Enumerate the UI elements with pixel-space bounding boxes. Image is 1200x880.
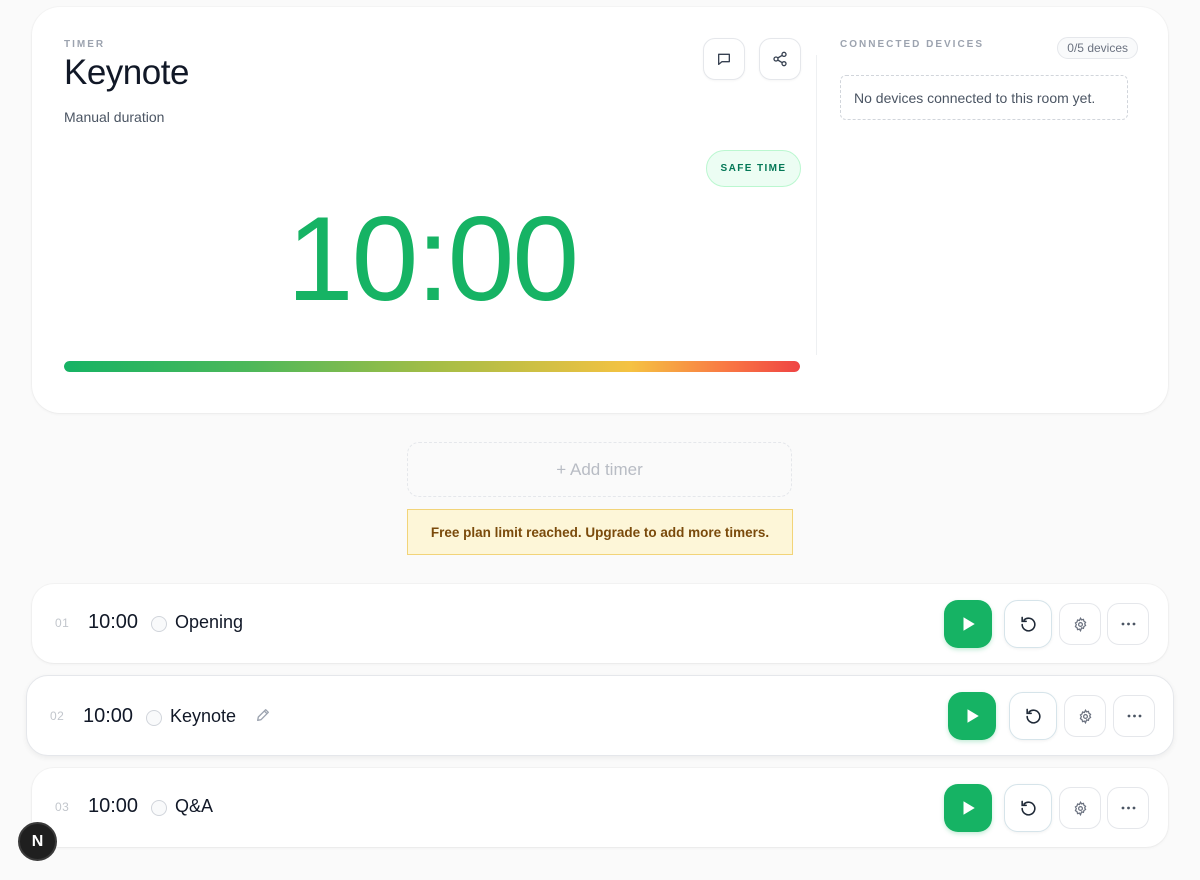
play-icon (963, 617, 975, 631)
timer-row[interactable]: 01 10:00 Opening (32, 584, 1168, 663)
play-icon (967, 709, 979, 723)
reset-icon (1020, 800, 1036, 816)
devices-empty-state: No devices connected to this room yet. (840, 75, 1128, 120)
reset-icon (1020, 616, 1036, 632)
timer-row-name: Q&A (175, 796, 214, 816)
countdown-display: 10:00 (286, 192, 579, 326)
reset-button[interactable] (1004, 784, 1052, 832)
message-button[interactable] (703, 38, 745, 80)
ellipsis-icon (1121, 622, 1135, 626)
gear-icon (1074, 616, 1086, 632)
more-options-button[interactable] (1113, 695, 1155, 737)
status-badge: SAFE TIME (706, 150, 801, 187)
settings-button[interactable] (1064, 695, 1106, 737)
timer-row-time: 10:00 (88, 611, 139, 633)
ellipsis-icon (1127, 714, 1141, 718)
progress-fill (64, 361, 800, 372)
reset-icon (1025, 708, 1041, 724)
gear-icon (1079, 708, 1091, 724)
settings-button[interactable] (1059, 787, 1101, 829)
play-icon (963, 801, 975, 815)
play-button[interactable] (948, 692, 996, 740)
timer-row-name: Keynote (170, 706, 237, 726)
chat-bubble-icon (718, 53, 730, 65)
reset-button[interactable] (1004, 600, 1052, 648)
timer-row-time: 10:00 (88, 795, 139, 817)
timer-eyebrow: TIMER (64, 39, 106, 50)
share-button[interactable] (759, 38, 801, 80)
status-dot-icon (151, 800, 167, 816)
timer-panel: TIMER Keynote Manual duration SAFE TIME … (64, 38, 801, 379)
plan-limit-notice: Free plan limit reached. Upgrade to add … (407, 509, 793, 555)
pencil-icon[interactable] (255, 707, 273, 725)
timer-row-time: 10:00 (83, 705, 134, 727)
timer-subtitle: Manual duration (64, 109, 165, 125)
framework-badge[interactable]: N (18, 822, 57, 861)
progress-bar (64, 361, 800, 372)
status-dot-icon (146, 710, 162, 726)
reset-button[interactable] (1009, 692, 1057, 740)
devices-eyebrow: CONNECTED DEVICES (840, 39, 985, 50)
play-button[interactable] (944, 600, 992, 648)
gear-icon (1074, 800, 1086, 816)
settings-button[interactable] (1059, 603, 1101, 645)
timer-row-name: Opening (175, 612, 244, 632)
active-timer-card: TIMER Keynote Manual duration SAFE TIME … (32, 7, 1168, 413)
play-button[interactable] (944, 784, 992, 832)
add-timer-button[interactable]: + Add timer (407, 442, 792, 497)
timer-row-number: 03 (55, 800, 70, 814)
timer-row[interactable]: 03 10:00 Q&A (32, 768, 1168, 847)
timer-row-number: 02 (50, 709, 65, 723)
more-options-button[interactable] (1107, 603, 1149, 645)
device-count-badge: 0/5 devices (1057, 37, 1138, 59)
panel-divider (816, 55, 817, 355)
share-icon (773, 51, 787, 67)
more-options-button[interactable] (1107, 787, 1149, 829)
status-dot-icon (151, 616, 167, 632)
ellipsis-icon (1121, 806, 1135, 810)
timer-row-selected[interactable]: 02 10:00 Keynote (26, 675, 1174, 756)
timer-title: Keynote (64, 53, 189, 92)
timer-row-number: 01 (55, 616, 70, 630)
